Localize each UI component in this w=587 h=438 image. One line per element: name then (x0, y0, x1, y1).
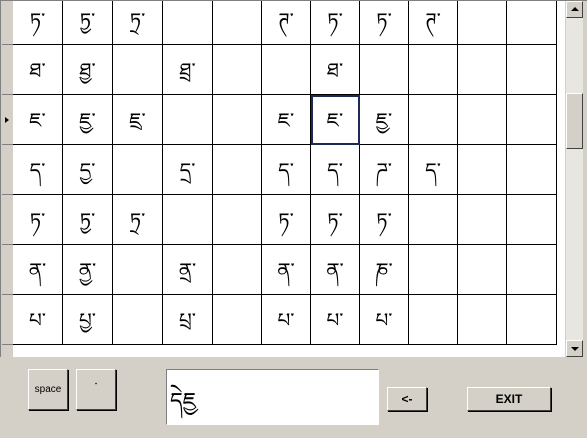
grid-cell[interactable] (458, 245, 507, 295)
row-header-cell[interactable] (2, 245, 13, 295)
grid-cell[interactable] (458, 195, 507, 245)
grid-right-edge (583, 1, 587, 358)
grid-cell[interactable] (213, 145, 262, 195)
grid-cell[interactable] (213, 45, 262, 95)
grid-cell[interactable]: ཇ་ (262, 95, 311, 145)
grid-cell[interactable]: ཏྱ་ (63, 195, 113, 245)
grid-cell[interactable]: ཏ་ (311, 195, 360, 245)
vertical-scrollbar[interactable] (566, 1, 583, 357)
grid-cell[interactable]: ན་ (13, 245, 63, 295)
grid-cell[interactable]: ཐྱ་ (63, 45, 113, 95)
row-header-cell[interactable] (2, 195, 13, 245)
grid-cell[interactable] (213, 295, 262, 345)
row-header-cell[interactable] (2, 0, 13, 45)
exit-button[interactable]: EXIT (467, 387, 551, 411)
grid-cell[interactable]: པ་ (311, 295, 360, 345)
grid-cell[interactable]: ཇ་ (13, 95, 63, 145)
grid-cell[interactable]: དྲ་ (163, 145, 213, 195)
grid-cell[interactable] (262, 45, 311, 95)
grid-cell[interactable] (213, 245, 262, 295)
grid-cell[interactable]: ཇྱ་ (63, 95, 113, 145)
grid-cell[interactable]: ཇ་ (311, 95, 360, 145)
space-button[interactable]: space (28, 369, 68, 410)
grid-cell[interactable] (458, 1, 507, 45)
grid-cell[interactable]: ན་ (262, 245, 311, 295)
character-grid[interactable]: ཏ་ ཏྱ་ ཏྲ་ ཊ་ ཏ་ ཏ་ ཊ་ ཐ་ ཐྱ་ ཐྲ་ ཐ་ ཇ་ ཇྱ་ ཇྲ་ ཇ་ ཇ་ ཇྱ… (13, 1, 565, 357)
grid-cell[interactable] (213, 1, 262, 45)
grid-cell[interactable] (113, 295, 163, 345)
grid-cell[interactable]: པ་ (262, 295, 311, 345)
grid-cell[interactable] (507, 245, 557, 295)
current-row-arrow-icon (5, 117, 9, 123)
grid-cell[interactable] (409, 195, 458, 245)
row-header-cell[interactable] (2, 95, 13, 145)
grid-cell[interactable]: ཏྲ་ (113, 195, 163, 245)
backspace-button[interactable]: <- (387, 387, 427, 411)
grid-cell[interactable] (113, 45, 163, 95)
grid-cell[interactable]: པྲ་ (163, 295, 213, 345)
grid-cell[interactable] (507, 145, 557, 195)
grid-cell[interactable] (360, 45, 409, 95)
grid-cell[interactable]: ཐ་ (311, 45, 360, 95)
grid-cell[interactable]: ད་ (262, 145, 311, 195)
grid-cell[interactable]: ཏ་ (311, 1, 360, 45)
grid-cell[interactable]: པ་ (360, 295, 409, 345)
grid-cell[interactable]: ད་ (409, 145, 458, 195)
grid-cell[interactable]: ནྲ་ (163, 245, 213, 295)
tsheg-button[interactable]: ་ (76, 369, 116, 410)
grid-cell[interactable] (409, 245, 458, 295)
grid-cell[interactable]: ཎ་ (360, 245, 409, 295)
grid-cell[interactable]: ཏ་ (13, 195, 63, 245)
grid-cell[interactable] (163, 95, 213, 145)
grid-cell[interactable] (507, 295, 557, 345)
grid-cell[interactable]: ཏ་ (360, 1, 409, 45)
grid-cell[interactable] (163, 195, 213, 245)
grid-cell[interactable]: ཏ་ (262, 195, 311, 245)
scroll-up-button[interactable] (566, 1, 583, 18)
grid-cell[interactable]: ཐྲ་ (163, 45, 213, 95)
grid-cell[interactable]: པྱ་ (63, 295, 113, 345)
output-text-field[interactable]: དེཇྱ (166, 369, 379, 425)
grid-cell[interactable]: ཌ་ (360, 145, 409, 195)
grid-cell[interactable]: ཇྱ་ (360, 95, 409, 145)
grid-cell[interactable]: ཏྲ་ (113, 1, 163, 45)
character-grid-frame: ཏ་ ཏྱ་ ཏྲ་ ཊ་ ཏ་ ཏ་ ཊ་ ཐ་ ཐྱ་ ཐྲ་ ཐ་ ཇ་ ཇྱ་ ཇྲ་ ཇ་ ཇ་ ཇྱ… (0, 0, 587, 358)
grid-cell[interactable]: ཊ་ (262, 1, 311, 45)
grid-cell[interactable] (507, 195, 557, 245)
grid-cell[interactable]: ཇྲ་ (113, 95, 163, 145)
grid-cell[interactable] (458, 145, 507, 195)
grid-cell[interactable]: ད་ (311, 145, 360, 195)
row-header-cell[interactable] (2, 295, 13, 345)
grid-cell[interactable]: ཐ་ (13, 45, 63, 95)
row-header-cell[interactable] (2, 145, 13, 195)
grid-cell[interactable]: ད་ (13, 145, 63, 195)
grid-cell[interactable] (113, 245, 163, 295)
grid-cell[interactable] (458, 95, 507, 145)
grid-cell[interactable] (458, 295, 507, 345)
grid-cell[interactable]: ཊ་ (409, 1, 458, 45)
grid-cell[interactable] (507, 95, 557, 145)
grid-cell[interactable] (409, 45, 458, 95)
grid-cell[interactable] (409, 295, 458, 345)
grid-cell[interactable] (458, 45, 507, 95)
grid-cell[interactable]: ཏྱ་ (63, 1, 113, 45)
grid-cell[interactable] (507, 1, 557, 45)
grid-cell[interactable] (213, 95, 262, 145)
grid-cell[interactable] (163, 1, 213, 45)
grid-cell[interactable] (409, 95, 458, 145)
grid-cell[interactable] (213, 195, 262, 245)
grid-cell[interactable]: ཏ་ (360, 195, 409, 245)
scroll-down-button[interactable] (566, 340, 583, 357)
grid-cell[interactable]: པ་ (13, 295, 63, 345)
grid-cell[interactable]: དྱ་ (63, 145, 113, 195)
grid-cell[interactable]: ཏ་ (13, 1, 63, 45)
grid-cell[interactable] (507, 45, 557, 95)
grid-cell[interactable] (113, 145, 163, 195)
arrow-up-icon (571, 7, 579, 11)
row-header-cell[interactable] (2, 45, 13, 95)
grid-cell[interactable]: ནྱ་ (63, 245, 113, 295)
scrollbar-thumb[interactable] (566, 93, 583, 149)
grid-cell[interactable]: ན་ (311, 245, 360, 295)
arrow-down-icon (571, 347, 579, 351)
